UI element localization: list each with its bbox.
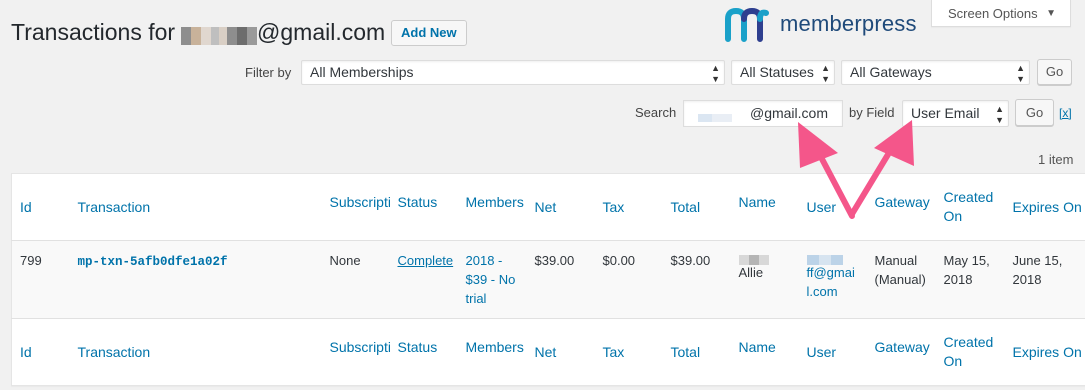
cell-gateway: Manual (Manual) <box>874 253 926 287</box>
cell-net: $39.00 <box>534 253 575 268</box>
table-footer-row: Id Transaction Subscripti Status Members… <box>11 318 1085 386</box>
cell-expires: June 15, 2018 <box>1012 253 1063 287</box>
col-net[interactable]: Net <box>527 319 595 386</box>
filter-by-label: Filter by <box>245 65 292 80</box>
cell-user-wrap: ff@gmail.com <box>799 241 867 319</box>
search-field-select-value: User Email <box>911 105 980 121</box>
col-created-on[interactable]: Created On <box>936 319 1005 386</box>
cell-transaction-wrap: mp-txn-5afb0dfe1a02f <box>70 241 322 319</box>
col-membership[interactable]: Members <box>458 174 527 241</box>
redacted-name-cell <box>738 251 791 265</box>
col-user[interactable]: User <box>799 319 867 386</box>
search-input-value: @gmail.com <box>749 105 828 121</box>
col-transaction[interactable]: Transaction <box>70 174 322 241</box>
cell-name-wrap: Allie <box>731 241 799 319</box>
col-membership[interactable]: Members <box>458 319 527 386</box>
col-id[interactable]: Id <box>12 319 70 386</box>
col-total[interactable]: Total <box>663 319 731 386</box>
membership-select-value: All Memberships <box>310 64 414 80</box>
redacted-name <box>181 24 258 45</box>
page-title: Transactions for @gmail.com <box>11 19 385 46</box>
status-select[interactable]: All Statuses ▲ ▼ <box>731 60 835 85</box>
search-input[interactable]: @gmail.com <box>683 100 843 127</box>
col-status[interactable]: Status <box>390 174 458 241</box>
col-expires-on[interactable]: Expires On <box>1005 319 1085 386</box>
col-expires-on[interactable]: Expires On <box>1005 174 1085 241</box>
col-name[interactable]: Name <box>731 174 799 241</box>
search-label: Search <box>635 105 677 120</box>
items-count: 1 item <box>1038 152 1074 167</box>
membership-select[interactable]: All Memberships ▲ ▼ <box>301 60 725 85</box>
caret-down-icon: ▼ <box>1046 8 1056 19</box>
select-arrows-icon: ▲ ▼ <box>711 63 720 84</box>
cell-transaction-link[interactable]: mp-txn-5afb0dfe1a02f <box>78 255 228 269</box>
filter-go-button[interactable]: Go <box>1037 59 1072 85</box>
select-arrows-icon: ▲ ▼ <box>821 63 830 84</box>
cell-created: May 15, 2018 <box>943 253 990 287</box>
redacted-email <box>698 105 732 122</box>
select-arrows-icon: ▲ ▼ <box>995 104 1004 125</box>
search-go-button[interactable]: Go <box>1015 99 1054 126</box>
by-field-label: by Field <box>849 105 895 120</box>
screen-options-label: Screen Options <box>948 6 1038 21</box>
cell-tax: $0.00 <box>602 253 636 268</box>
table-header-row: Id Transaction Subscripti Status Members… <box>11 174 1085 241</box>
col-id[interactable]: Id <box>12 174 70 241</box>
gateway-select-value: All Gateways <box>850 64 932 80</box>
col-total[interactable]: Total <box>663 174 731 241</box>
select-arrows-icon: ▲ ▼ <box>1016 63 1025 84</box>
col-gateway[interactable]: Gateway <box>867 319 936 386</box>
search-field-select[interactable]: User Email ▲ ▼ <box>902 100 1009 127</box>
memberpress-logo: memberpress <box>724 5 917 43</box>
col-created-on[interactable]: Created On <box>936 174 1005 241</box>
table-row: 799 mp-txn-5afb0dfe1a02f None Complete 2… <box>11 240 1085 319</box>
cell-membership-link[interactable]: 2018 - $39 - No trial <box>466 253 516 306</box>
cell-user-link[interactable]: ff@gmail.com <box>807 265 855 299</box>
logo-text: memberpress <box>780 11 917 36</box>
add-new-button[interactable]: Add New <box>391 20 467 46</box>
screen-options-button[interactable]: Screen Options ▼ <box>931 0 1071 27</box>
page-title-prefix: Transactions for <box>11 19 176 45</box>
transactions-table: Id Transaction Subscripti Status Members… <box>11 173 1085 386</box>
col-status[interactable]: Status <box>390 319 458 386</box>
page-title-suffix: @gmail.com <box>257 19 386 45</box>
col-transaction[interactable]: Transaction <box>70 319 322 386</box>
status-select-value: All Statuses <box>740 64 814 80</box>
col-tax[interactable]: Tax <box>595 319 663 386</box>
cell-status-link[interactable]: Complete <box>398 253 454 268</box>
clear-search-link[interactable]: [x] <box>1059 106 1072 120</box>
col-tax[interactable]: Tax <box>595 174 663 241</box>
memberpress-logo-icon <box>725 7 769 42</box>
cell-total: $39.00 <box>670 253 711 268</box>
cell-membership-wrap: 2018 - $39 - No trial <box>458 241 527 319</box>
col-subscription[interactable]: Subscripti <box>322 174 390 241</box>
cell-status-wrap: Complete <box>390 241 458 319</box>
col-user[interactable]: User <box>799 174 867 241</box>
col-net[interactable]: Net <box>527 174 595 241</box>
cell-name: Allie <box>738 265 764 280</box>
col-name[interactable]: Name <box>731 319 799 386</box>
cell-subscription: None <box>329 253 361 268</box>
redacted-user-cell <box>806 251 859 265</box>
col-subscription[interactable]: Subscripti <box>322 319 390 386</box>
col-gateway[interactable]: Gateway <box>867 174 936 241</box>
cell-id: 799 <box>20 253 42 268</box>
gateway-select[interactable]: All Gateways ▲ ▼ <box>841 60 1030 85</box>
